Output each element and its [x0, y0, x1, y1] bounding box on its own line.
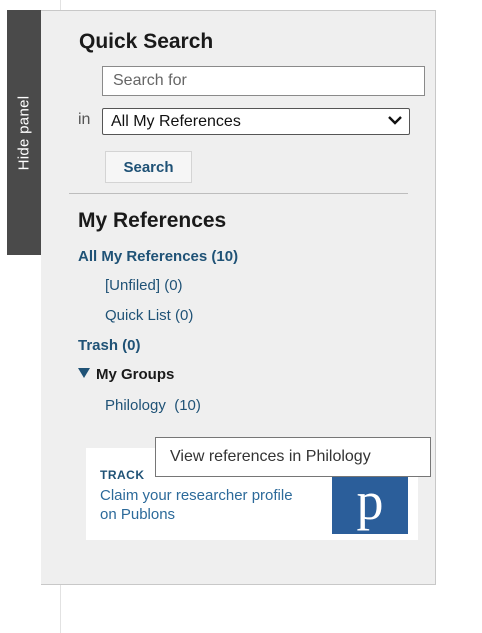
search-input[interactable]	[102, 66, 425, 96]
search-scope-select[interactable]: All My References	[102, 108, 410, 135]
quick-list-link[interactable]: Quick List (0)	[105, 307, 193, 324]
promo-heading: TRACK	[100, 468, 145, 482]
chevron-down-icon	[388, 116, 402, 125]
search-button[interactable]: Search	[105, 151, 192, 183]
trash-link[interactable]: Trash (0)	[78, 337, 141, 354]
search-scope-value: All My References	[111, 113, 241, 130]
promo-text: Claim your researcher profile on Publons	[100, 487, 293, 523]
hide-panel-label: Hide panel	[15, 95, 33, 170]
side-panel: Quick Search in All My References Search…	[41, 10, 436, 585]
group-philology-link[interactable]: Philology (10)	[105, 397, 201, 414]
triangle-down-icon	[78, 368, 90, 378]
quick-search-title: Quick Search	[79, 30, 214, 53]
my-references-title: My References	[78, 209, 227, 232]
unfiled-link[interactable]: [Unfiled] (0)	[105, 277, 183, 294]
section-divider	[69, 193, 408, 194]
my-groups-header[interactable]: My Groups	[78, 366, 174, 383]
tooltip: View references in Philology	[155, 437, 431, 477]
hide-panel-tab[interactable]: Hide panel	[7, 10, 41, 255]
in-label: in	[78, 111, 91, 128]
my-groups-label: My Groups	[96, 366, 175, 383]
all-my-references-link[interactable]: All My References (10)	[78, 248, 238, 265]
